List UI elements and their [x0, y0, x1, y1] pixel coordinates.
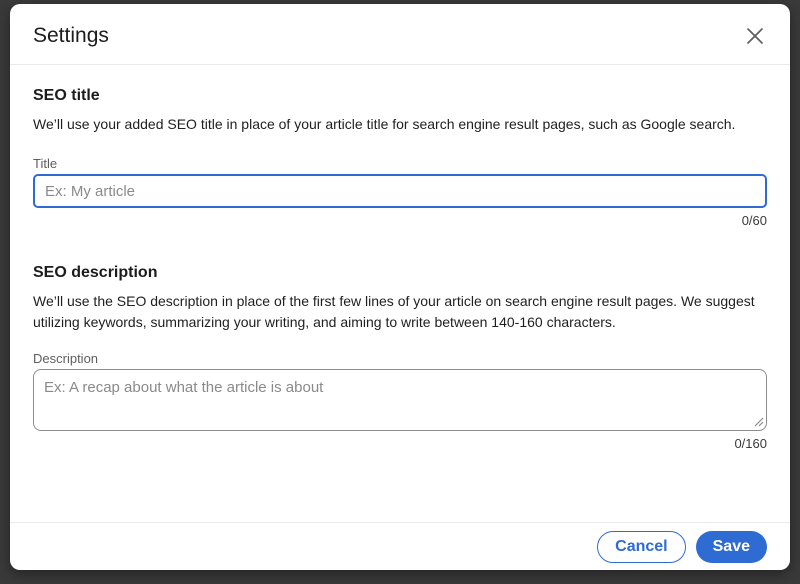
seo-description-heading: SEO description	[33, 262, 767, 283]
title-field-label: Title	[33, 156, 767, 172]
seo-title-input[interactable]	[33, 174, 767, 208]
save-button[interactable]: Save	[696, 531, 767, 563]
description-field-label: Description	[33, 351, 767, 367]
dialog-title: Settings	[33, 21, 109, 50]
close-button[interactable]	[742, 23, 768, 49]
seo-description-description: We’ll use the SEO description in place o…	[33, 291, 767, 333]
dialog-header: Settings	[10, 4, 790, 65]
description-char-counter: 0/160	[33, 436, 767, 452]
seo-title-heading: SEO title	[33, 85, 767, 106]
close-icon	[746, 27, 764, 45]
cancel-button[interactable]: Cancel	[597, 531, 685, 563]
description-textarea-wrap	[33, 369, 767, 431]
dialog-footer: Cancel Save	[10, 522, 790, 570]
settings-dialog: Settings SEO title We’ll use your added …	[10, 4, 790, 570]
seo-description-textarea[interactable]	[33, 369, 767, 431]
dialog-body: SEO title We’ll use your added SEO title…	[10, 65, 790, 522]
title-char-counter: 0/60	[33, 213, 767, 229]
seo-title-description: We’ll use your added SEO title in place …	[33, 114, 767, 135]
